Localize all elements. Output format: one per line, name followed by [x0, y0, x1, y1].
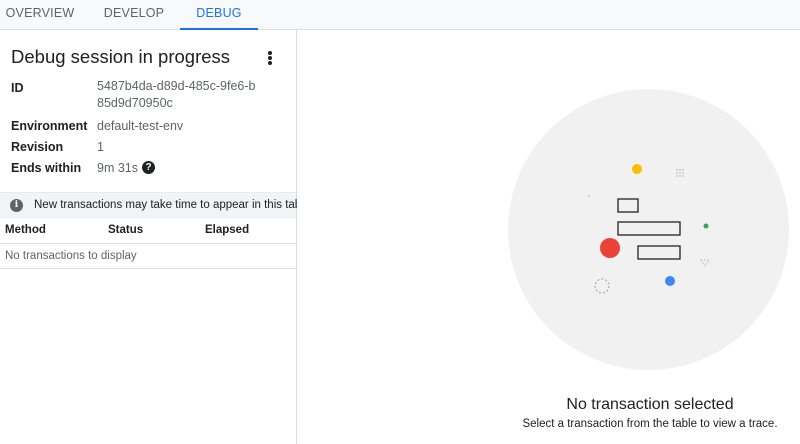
table-row: No transactions to display: [0, 244, 296, 269]
trace-panel: No transaction selected Select a transac…: [297, 30, 800, 444]
red-blob: [600, 238, 620, 258]
tab-debug[interactable]: DEBUG: [180, 0, 258, 31]
id-value: 5487b4da-d89d-485c-9fe6-b85d9d70950c: [97, 79, 256, 110]
tab-overview[interactable]: OVERVIEW: [0, 0, 80, 30]
ends-within-label: Ends within: [11, 161, 82, 175]
empty-state-illustration: [508, 89, 789, 370]
yellow-dot: [632, 164, 642, 174]
environment-label: Environment: [11, 119, 88, 133]
info-banner: i New transactions may take time to appe…: [0, 192, 310, 218]
help-icon[interactable]: ?: [142, 161, 155, 174]
page-title: Debug session in progress: [11, 46, 231, 67]
tab-develop[interactable]: DEVELOP: [93, 0, 175, 30]
dot-grid-icon: [676, 169, 684, 177]
more-vert-icon[interactable]: [260, 48, 280, 68]
illustration-circle: [508, 89, 789, 370]
column-header-method[interactable]: Method: [5, 224, 46, 236]
id-label: ID: [11, 81, 24, 95]
info-banner-text: New transactions may take time to appear…: [34, 199, 311, 211]
column-header-elapsed[interactable]: Elapsed: [205, 224, 249, 236]
tiny-dot: [588, 195, 590, 197]
ends-within-value: 9m 31s: [97, 161, 138, 175]
green-dot: [703, 223, 709, 229]
empty-state-title: No transaction selected: [566, 396, 734, 413]
empty-table-message: No transactions to display: [5, 250, 137, 262]
transactions-table-header: Method Status Elapsed: [0, 218, 296, 244]
environment-value: default-test-env: [97, 119, 184, 133]
empty-state-subtitle: Select a transaction from the table to v…: [522, 418, 778, 430]
tab-debug-label: DEBUG: [196, 6, 242, 20]
column-header-status[interactable]: Status: [108, 224, 143, 236]
info-icon: i: [10, 199, 23, 212]
revision-label: Revision: [11, 140, 64, 154]
blue-dot: [665, 276, 675, 286]
tab-bar: OVERVIEW DEVELOP DEBUG: [0, 0, 800, 31]
debug-session-panel: Debug session in progress ID 5487b4da-d8…: [0, 30, 310, 444]
revision-value: 1: [97, 140, 104, 154]
